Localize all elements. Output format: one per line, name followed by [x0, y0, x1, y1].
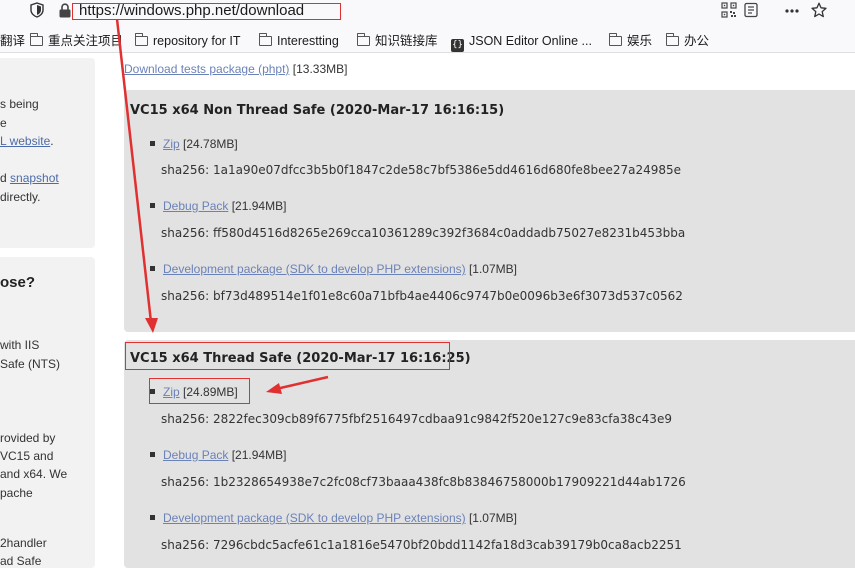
bookmark-folder-knowledge-links[interactable]: 知识链接库	[357, 33, 438, 49]
sidebar-text: and x64. We	[0, 467, 68, 481]
more-actions-icon[interactable]	[784, 2, 800, 18]
reader-view-icon[interactable]	[743, 2, 759, 18]
nts-sdk-link[interactable]: Development package (SDK to develop PHP …	[163, 262, 466, 276]
bookmark-folder-entertainment[interactable]: 娱乐	[609, 33, 652, 49]
nts-debug-row: Debug Pack [21.94MB]	[150, 199, 286, 213]
sidebar-text: e	[0, 116, 7, 130]
ts-panel: VC15 x64 Thread Safe (2020-Mar-17 16:16:…	[124, 340, 855, 568]
file-size: [13.33MB]	[292, 62, 348, 76]
file-size: [1.07MB]	[468, 262, 517, 276]
bookmark-folder-office[interactable]: 办公	[666, 33, 709, 49]
nts-zip-sha: sha256: 1a1a90e07dfcc3b5b0f1847c2de58c7b…	[161, 163, 682, 177]
folder-icon	[135, 33, 148, 46]
file-size: [21.94MB]	[231, 199, 287, 213]
tests-package-row: Download tests package (phpt) [13.33MB]	[124, 62, 347, 76]
ts-debug-sha: sha256: 1b2328654938e7c2fc08cf73baaa438f…	[161, 475, 686, 489]
sidebar-text: with IIS	[0, 338, 40, 352]
nts-title: VC15 x64 Non Thread Safe (2020-Mar-17 16…	[130, 103, 505, 118]
qr-code-icon[interactable]	[721, 2, 737, 18]
sidebar-text: d snapshot	[0, 171, 59, 185]
bullet	[150, 266, 155, 271]
sidebar-heading: ose?	[0, 274, 36, 291]
sidebar-text: directly.	[0, 190, 41, 204]
bookmark-star-icon[interactable]	[811, 2, 827, 18]
tracking-protection-shield-icon[interactable]	[30, 2, 44, 18]
sidebar-text: Safe (NTS)	[0, 357, 61, 371]
sidebar-text: rovided by	[0, 431, 56, 445]
nts-zip-link[interactable]: Zip	[163, 137, 180, 151]
sidebar-which-version-box: ose? with IIS Safe (NTS) rovided by VC15…	[0, 257, 95, 568]
folder-icon	[609, 33, 622, 46]
nts-debug-link[interactable]: Debug Pack	[163, 199, 228, 213]
sidebar-text: L website.	[0, 134, 54, 148]
sidebar-info-box: s being e L website. d snapshot directly…	[0, 58, 95, 248]
ts-title-annotation-box	[125, 342, 450, 370]
bookmark-folder-repository[interactable]: repository for IT	[135, 33, 241, 49]
nts-panel: VC15 x64 Non Thread Safe (2020-Mar-17 16…	[124, 90, 855, 332]
download-list: Download tests package (phpt) [13.33MB] …	[124, 52, 855, 568]
nts-zip-row: Zip [24.78MB]	[150, 137, 238, 151]
sidebar-text: ad Safe	[0, 554, 42, 568]
bookmark-translate[interactable]: 翻译	[0, 33, 25, 49]
sidebar-text: 2handler	[0, 536, 47, 550]
bookmarks-bar: 翻译 重点关注项目 repository for IT Interestting…	[0, 30, 855, 53]
nts-sdk-row: Development package (SDK to develop PHP …	[150, 262, 517, 276]
ts-zip-sha: sha256: 2822fec309cb89f6775fbf2516497cdb…	[161, 412, 672, 426]
snapshot-link[interactable]: snapshot	[10, 171, 59, 185]
bullet	[150, 452, 155, 457]
bookmark-folder-interestting[interactable]: Interestting	[259, 33, 339, 49]
sidebar-text: VC15 and	[0, 449, 54, 463]
nts-debug-sha: sha256: ff580d4516d8265e269cca10361289c3…	[161, 226, 686, 240]
bookmark-json-editor[interactable]: {} JSON Editor Online ...	[451, 33, 592, 52]
json-editor-icon: {}	[451, 39, 464, 52]
bullet	[150, 203, 155, 208]
lock-icon[interactable]	[58, 3, 72, 18]
folder-icon	[357, 33, 370, 46]
file-size: [1.07MB]	[468, 511, 517, 525]
address-bar: https://windows.php.net/download	[0, 0, 855, 31]
file-size: [21.94MB]	[231, 448, 287, 462]
ts-debug-row: Debug Pack [21.94MB]	[150, 448, 286, 462]
bullet	[150, 141, 155, 146]
ts-zip-annotation-box	[149, 378, 250, 404]
folder-icon	[30, 33, 43, 46]
sidebar-text: s being	[0, 97, 39, 111]
folder-icon	[259, 33, 272, 46]
ts-debug-link[interactable]: Debug Pack	[163, 448, 228, 462]
ts-sdk-sha: sha256: 7296cbdc5acfe61c1a1816e5470bf20b…	[161, 538, 682, 552]
ts-sdk-link[interactable]: Development package (SDK to develop PHP …	[163, 511, 466, 525]
bullet	[150, 515, 155, 520]
bookmark-folder-key-projects[interactable]: 重点关注项目	[30, 33, 123, 49]
file-size: [24.78MB]	[183, 137, 238, 151]
sidebar-text: pache	[0, 486, 33, 500]
url-field[interactable]: https://windows.php.net/download	[79, 2, 304, 20]
website-link[interactable]: L website	[0, 134, 50, 148]
ts-sdk-row: Development package (SDK to develop PHP …	[150, 511, 517, 525]
nts-sdk-sha: sha256: bf73d489514e1f01e8c60a71bfb4ae44…	[161, 289, 683, 303]
tests-package-link[interactable]: Download tests package (phpt)	[124, 62, 289, 76]
folder-icon	[666, 33, 679, 46]
